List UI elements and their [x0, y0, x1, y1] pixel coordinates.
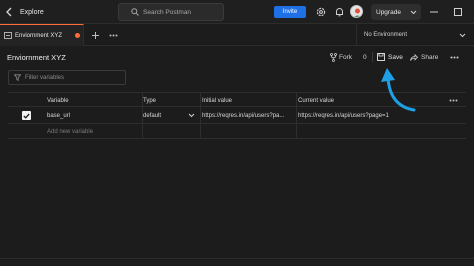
tab-bar: Enviornment XYZ No Environment [0, 24, 474, 46]
chevron-down-icon [459, 33, 466, 38]
column-divider [200, 124, 201, 138]
annotation-arrow [381, 68, 416, 112]
tab-environment[interactable]: Enviornment XYZ [0, 24, 84, 46]
filter-variables-input[interactable]: Filter variables [8, 70, 126, 85]
more-options-icon[interactable] [447, 50, 461, 64]
page-title[interactable]: Enviornment XYZ [7, 53, 66, 62]
invite-label: Invite [282, 9, 298, 15]
upgrade-label: Upgrade [376, 8, 401, 16]
unsaved-indicator [75, 33, 80, 38]
variable-type-value: default [143, 112, 162, 119]
maximize-icon[interactable] [453, 6, 463, 18]
column-header-initial-value: Initial value [202, 97, 233, 104]
column-divider[interactable] [200, 93, 201, 106]
environment-selector-label: No Environment [364, 32, 408, 38]
column-divider [142, 124, 143, 138]
variable-enabled-checkbox[interactable] [8, 107, 44, 124]
status-bar [0, 258, 474, 266]
more-tabs-icon[interactable] [106, 24, 120, 46]
chevron-down-icon [410, 10, 417, 15]
upgrade-button[interactable]: Upgrade [371, 4, 421, 20]
environment-selector[interactable]: No Environment [356, 24, 474, 46]
search-input[interactable]: Search Postman [118, 3, 224, 21]
column-header-variable: Variable [47, 97, 69, 104]
filter-placeholder: Filter variables [25, 74, 65, 81]
column-divider [296, 124, 297, 138]
avatar[interactable] [350, 5, 363, 18]
filter-icon [14, 74, 21, 81]
column-divider [200, 107, 201, 123]
column-header-type: Type [143, 97, 157, 104]
gear-icon[interactable] [315, 6, 327, 18]
search-icon [131, 8, 139, 16]
fork-label: Fork [339, 53, 352, 61]
initial-value-cell[interactable]: https://reqres.in/api/users?pa... [202, 107, 298, 124]
add-new-variable-input[interactable]: Add new variable [47, 124, 145, 139]
chevron-left-icon[interactable] [2, 0, 16, 24]
fork-icon [330, 52, 337, 62]
top-bar: Explore Search Postman Invite Upgrade [0, 0, 474, 24]
chevron-down-icon [188, 113, 195, 118]
minimize-icon[interactable] [429, 6, 439, 18]
invite-button[interactable]: Invite [274, 6, 306, 18]
variable-name-cell[interactable]: base_url [47, 107, 145, 124]
add-variable-row: Add new variable [8, 124, 466, 139]
table-options-icon[interactable] [446, 93, 460, 108]
fork-count[interactable]: 0 [363, 50, 367, 64]
explore-label[interactable]: Explore [20, 9, 44, 16]
add-tab-icon[interactable] [89, 24, 101, 46]
search-placeholder: Search Postman [143, 8, 192, 16]
fork-button[interactable]: Fork [330, 50, 352, 64]
column-divider[interactable] [296, 93, 297, 106]
column-divider [296, 107, 297, 123]
environment-icon [4, 32, 12, 39]
bell-icon[interactable] [333, 6, 345, 18]
variable-type-select[interactable]: default [143, 107, 201, 124]
tab-label: Enviornment XYZ [15, 32, 63, 39]
checkmark-icon [21, 111, 31, 120]
